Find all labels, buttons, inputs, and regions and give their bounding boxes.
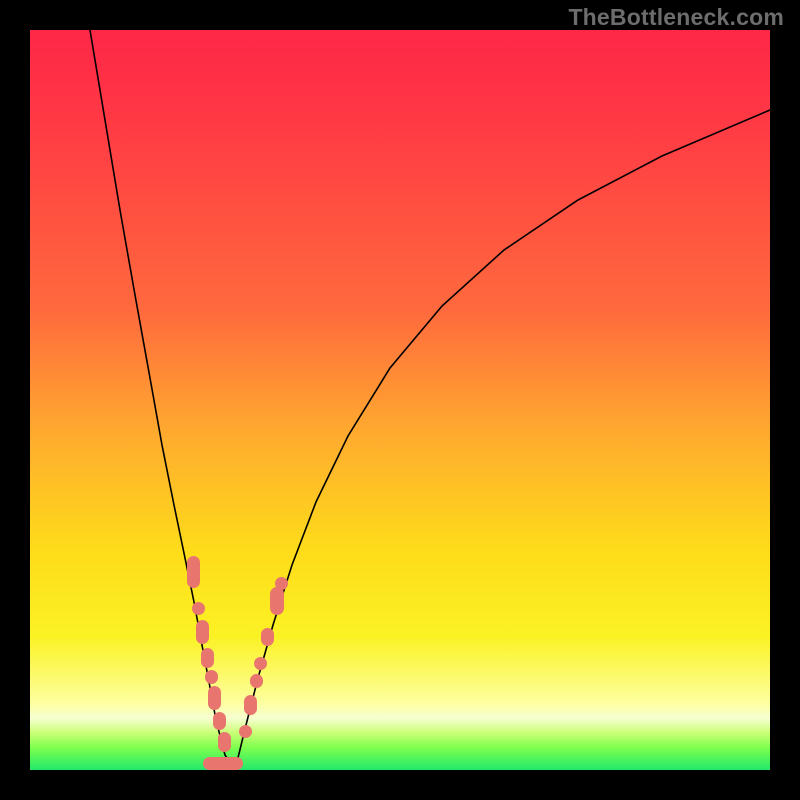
data-marker xyxy=(275,577,288,590)
watermark-text: TheBottleneck.com xyxy=(568,4,784,31)
chart-frame: TheBottleneck.com xyxy=(0,0,800,800)
data-marker xyxy=(270,587,284,615)
data-marker xyxy=(205,670,218,684)
data-marker xyxy=(192,602,205,615)
data-marker xyxy=(218,732,231,752)
data-marker xyxy=(244,695,257,715)
data-marker xyxy=(250,674,263,688)
data-marker xyxy=(208,686,221,710)
data-marker xyxy=(201,648,214,668)
data-marker xyxy=(187,556,200,588)
data-marker xyxy=(196,620,209,644)
data-marker xyxy=(213,712,226,730)
right-curve xyxy=(235,110,770,770)
data-marker xyxy=(203,757,243,770)
data-marker xyxy=(254,657,267,670)
curve-overlay xyxy=(30,30,770,770)
data-marker xyxy=(261,628,274,646)
data-marker xyxy=(239,725,252,738)
